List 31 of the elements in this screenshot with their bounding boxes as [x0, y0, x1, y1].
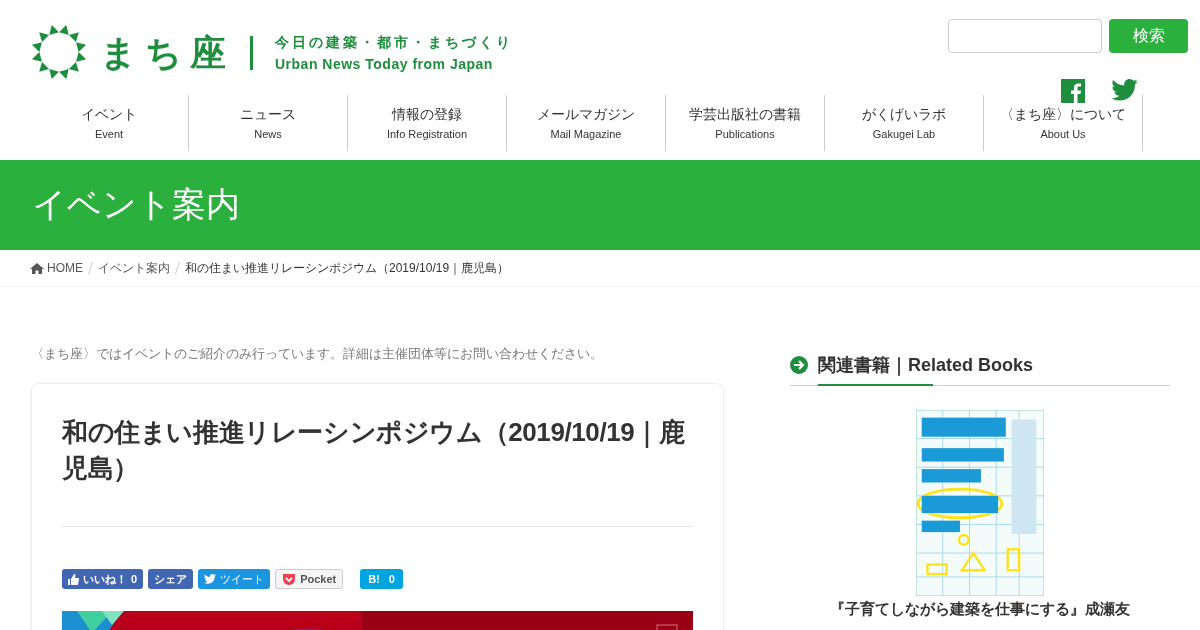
- breadcrumb-link[interactable]: HOME: [47, 261, 83, 275]
- twitter-bird-icon[interactable]: [1111, 79, 1138, 101]
- nav-item[interactable]: 学芸出版社の書籍 Publications: [666, 95, 825, 151]
- search-field[interactable]: [948, 19, 1102, 53]
- article-title: 和の住まい推進リレーシンポジウム（2019/10/19｜鹿児島）: [62, 416, 686, 485]
- share-button[interactable]: シェア: [148, 569, 194, 589]
- logo-icon: [30, 25, 88, 81]
- nav-item[interactable]: メールマガジン Mail Magazine: [507, 95, 666, 151]
- nav-item[interactable]: イベント Event: [30, 95, 189, 151]
- book-title-link[interactable]: 『子育てしながら建築を仕事にする』成瀬友: [830, 600, 1130, 617]
- arrow-circle-icon: [790, 356, 808, 374]
- breadcrumb-link[interactable]: イベント案内: [98, 259, 170, 277]
- site-tagline: 今日の建築・都市・まちづくり: [275, 34, 513, 52]
- nav-item[interactable]: 情報の登録 Info Registration: [348, 95, 507, 151]
- breadcrumb-current: 和の住まい推進リレーシンポジウム（2019/10/19｜鹿児島）: [185, 259, 510, 277]
- pocket-icon: [282, 572, 297, 586]
- breadcrumb-separator-icon: [88, 262, 93, 274]
- notice-text: 〈まち座〉ではイベントのご紹介のみ行っています。詳細は主催団体等にお問い合わせください。: [31, 345, 604, 363]
- nav-item[interactable]: がくげいラボ Gakugei Lab: [825, 95, 984, 151]
- thumbs-up-icon: [68, 573, 79, 585]
- like-button[interactable]: いいね！ 0: [62, 569, 144, 589]
- site-tagline: Urban News Today from Japan: [275, 56, 494, 72]
- site-logo-text[interactable]: まち座: [100, 28, 234, 78]
- facebook-icon[interactable]: [1061, 79, 1085, 103]
- page-title: イベント案内: [32, 184, 240, 225]
- section-heading: 関連書籍｜Related Books: [818, 354, 1034, 377]
- pocket-button[interactable]: Pocket: [275, 569, 344, 589]
- home-icon: [30, 262, 44, 274]
- nav-item[interactable]: ニュース News: [189, 95, 348, 151]
- bird-icon: [204, 574, 217, 584]
- breadcrumb-separator-icon: [175, 262, 180, 274]
